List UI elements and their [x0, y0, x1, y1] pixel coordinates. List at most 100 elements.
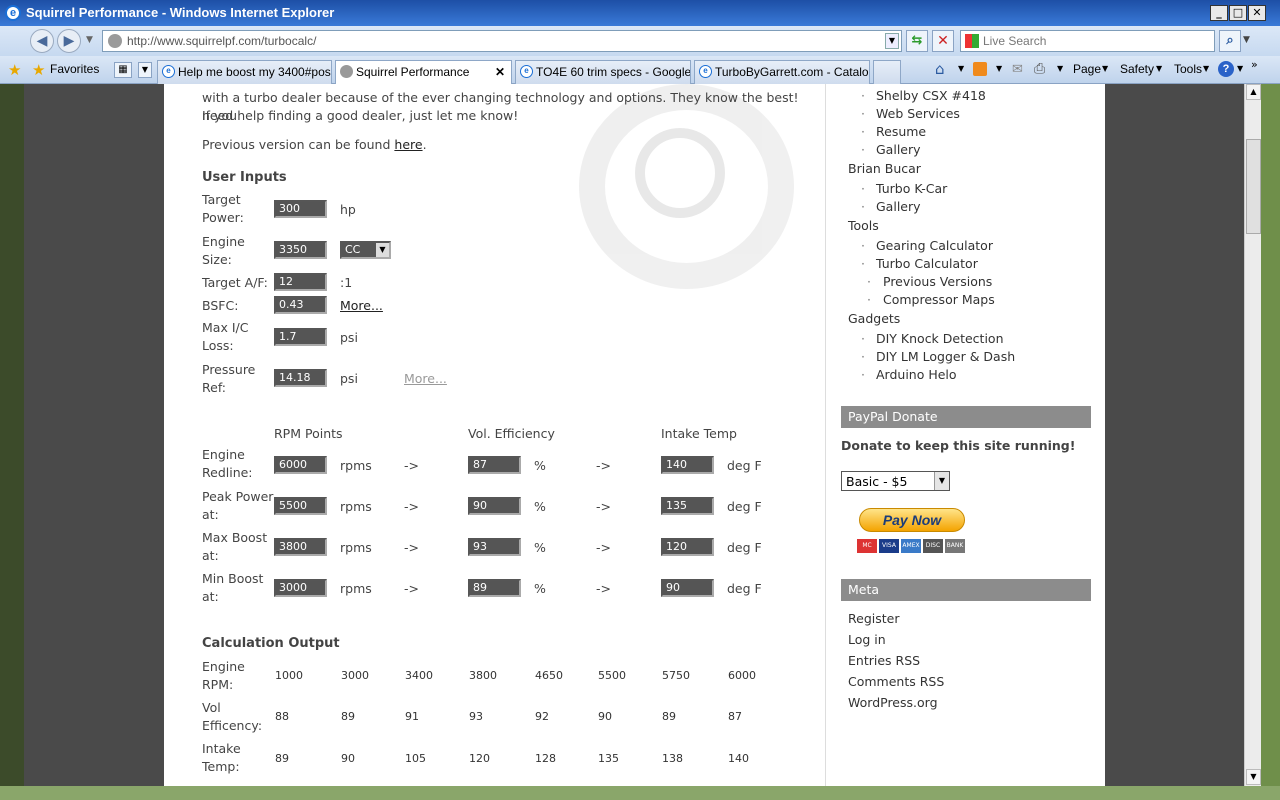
max-ic-loss-input[interactable]: 1.7 [274, 328, 327, 346]
safety-menu[interactable]: Safety [1120, 62, 1154, 76]
tab-turbobygarrett[interactable]: e TurboByGarrett.com - Catalog [694, 60, 870, 84]
history-dropdown-icon[interactable]: ▼ [86, 35, 93, 45]
max-boost-rpm-input[interactable]: 3800 [274, 538, 327, 556]
bsfc-input[interactable]: 0.43 [274, 296, 327, 314]
meta-comments-rss-link[interactable]: Comments RSS [848, 674, 944, 689]
address-bar[interactable]: http://www.squirrelpf.com/turbocalc/ ▼ [102, 30, 902, 52]
min-boost-rpm-input[interactable]: 3000 [274, 579, 327, 597]
sidebar-item-arduino-helo[interactable]: Arduino Helo [876, 367, 957, 382]
mail-icon[interactable]: ✉ [1012, 62, 1023, 77]
pressure-ref-more-link[interactable]: More... [404, 371, 447, 386]
add-favorite-star-icon[interactable]: ★ [8, 61, 21, 79]
output-cell: 89 [275, 752, 289, 765]
print-dropdown-icon[interactable]: ▼ [1057, 64, 1063, 73]
target-power-input[interactable]: 300 [274, 200, 327, 218]
home-dropdown-icon[interactable]: ▼ [958, 64, 964, 73]
amex-icon: AMEX [901, 539, 921, 553]
pressure-ref-label-line2: Ref: [202, 380, 226, 395]
redline-temp-input[interactable]: 140 [661, 456, 714, 474]
close-tab-icon[interactable]: ✕ [495, 65, 505, 79]
address-dropdown-icon[interactable]: ▼ [885, 33, 899, 49]
address-url[interactable]: http://www.squirrelpf.com/turbocalc/ [127, 34, 316, 48]
engine-size-input[interactable]: 3350 [274, 241, 327, 259]
ie-tab-icon: e [520, 65, 533, 78]
minimize-button[interactable]: _ [1210, 5, 1228, 21]
peak-power-rpm-input[interactable]: 5500 [274, 497, 327, 515]
pressure-ref-label-line1: Pressure [202, 362, 256, 377]
feeds-dropdown-icon[interactable]: ▼ [996, 64, 1002, 73]
sidebar-item-turbo-k-car[interactable]: Turbo K-Car [876, 181, 947, 196]
stop-icon[interactable]: ✕ [932, 30, 954, 52]
sidebar-item-brian-gallery[interactable]: Gallery [876, 199, 921, 214]
tab-list-icon[interactable]: ▼ [138, 62, 152, 78]
sidebar-item-web-services[interactable]: Web Services [876, 106, 960, 121]
engine-size-unit-select[interactable]: CC ▼ [340, 241, 391, 259]
help-dropdown-icon[interactable]: ▼ [1237, 64, 1243, 73]
favorites-button[interactable]: Favorites [50, 62, 99, 76]
sidebar-item-diy-knock-detection[interactable]: DIY Knock Detection [876, 331, 1004, 346]
sidebar-item-gallery[interactable]: Gallery [876, 142, 921, 157]
sidebar-item-previous-versions[interactable]: Previous Versions [883, 274, 992, 289]
max-ic-loss-label-line2: Loss: [202, 338, 234, 353]
maximize-button[interactable]: □ [1229, 5, 1247, 21]
pay-now-button[interactable]: Pay Now [859, 508, 965, 532]
sidebar-item-diy-lm-logger[interactable]: DIY LM Logger & Dash [876, 349, 1015, 364]
peak-power-temp-input[interactable]: 135 [661, 497, 714, 515]
tools-menu[interactable]: Tools [1174, 62, 1202, 76]
sidebar-item-tools[interactable]: Tools [848, 218, 879, 233]
redline-rpm-input[interactable]: 6000 [274, 456, 327, 474]
arrow-icon: -> [596, 540, 611, 555]
previous-version-link[interactable]: here [394, 137, 422, 152]
meta-login-link[interactable]: Log in [848, 632, 886, 647]
redline-ve-input[interactable]: 87 [468, 456, 521, 474]
new-tab-button[interactable] [873, 60, 901, 84]
tab-squirrel-performance[interactable]: Squirrel Performance ✕ [335, 60, 512, 84]
target-af-input[interactable]: 12 [274, 273, 327, 291]
search-icon[interactable]: ⌕ [1219, 30, 1241, 52]
feeds-icon[interactable] [973, 62, 987, 76]
rpm-unit: rpms [340, 499, 372, 514]
meta-entries-rss-link[interactable]: Entries RSS [848, 653, 920, 668]
favorites-star-icon[interactable]: ★ [32, 61, 45, 79]
vertical-scrollbar[interactable]: ▲ ▼ [1244, 84, 1261, 786]
ve-unit: % [534, 540, 546, 555]
max-boost-temp-input[interactable]: 120 [661, 538, 714, 556]
sidebar-item-resume[interactable]: Resume [876, 124, 926, 139]
meta-register-link[interactable]: Register [848, 611, 899, 626]
peak-power-ve-input[interactable]: 90 [468, 497, 521, 515]
print-icon[interactable]: ⎙ [1034, 61, 1045, 77]
home-icon[interactable]: ⌂ [935, 60, 945, 78]
sidebar-item-gadgets[interactable]: Gadgets [848, 311, 900, 326]
refresh-icon[interactable]: ⇆ [906, 30, 928, 52]
back-button[interactable]: ◀ [30, 29, 54, 53]
donate-amount-select[interactable]: Basic - $5 ▼ [841, 471, 950, 491]
pressure-ref-input[interactable]: 14.18 [274, 369, 327, 387]
sidebar-item-shelby-csx[interactable]: Shelby CSX #418 [876, 88, 986, 103]
search-box[interactable]: Live Search [960, 30, 1215, 52]
scroll-up-icon[interactable]: ▲ [1246, 84, 1261, 100]
sidebar-item-turbo-calculator[interactable]: Turbo Calculator [876, 256, 978, 271]
meta-wordpress-link[interactable]: WordPress.org [848, 695, 938, 710]
help-icon[interactable]: ? [1218, 61, 1234, 77]
close-window-button[interactable]: ✕ [1248, 5, 1266, 21]
max-boost-ve-input[interactable]: 93 [468, 538, 521, 556]
toolbar-overflow-icon[interactable]: » [1251, 58, 1258, 71]
quick-tabs-icon[interactable]: ▦ [114, 62, 132, 78]
page-menu[interactable]: Page [1073, 62, 1101, 76]
tab-to4e-specs[interactable]: e TO4E 60 trim specs - Google ... [515, 60, 691, 84]
bank-icon: BANK [945, 539, 965, 553]
min-boost-ve-input[interactable]: 89 [468, 579, 521, 597]
sidebar-item-compressor-maps[interactable]: Compressor Maps [883, 292, 995, 307]
tab-help-me-boost[interactable]: e Help me boost my 3400#pos... [157, 60, 332, 84]
sidebar-item-brian-bucar[interactable]: Brian Bucar [848, 161, 921, 176]
search-options-icon[interactable]: ▼ [1243, 35, 1250, 45]
tab-label: Help me boost my 3400#pos... [178, 65, 332, 79]
sidebar-item-gearing-calculator[interactable]: Gearing Calculator [876, 238, 993, 253]
scroll-down-icon[interactable]: ▼ [1246, 769, 1261, 785]
forward-button[interactable]: ▶ [57, 29, 81, 53]
scrollbar-thumb[interactable] [1246, 139, 1261, 234]
bsfc-more-link[interactable]: More... [340, 298, 383, 313]
min-boost-temp-input[interactable]: 90 [661, 579, 714, 597]
chevron-down-icon: ▼ [376, 243, 389, 257]
output-row-label: Vol Efficency: [202, 699, 262, 735]
